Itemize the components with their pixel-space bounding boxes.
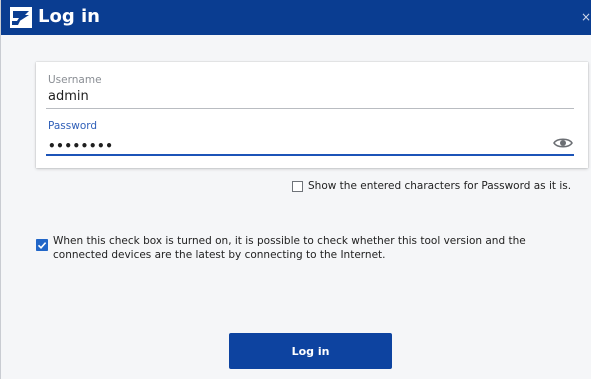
- credentials-card: Username admin Password ••••••••: [36, 62, 588, 168]
- username-label: Username: [48, 74, 102, 86]
- password-field[interactable]: ••••••••: [48, 138, 113, 154]
- username-underline: [46, 108, 574, 109]
- update-check-checkbox[interactable]: [36, 239, 48, 251]
- window-title: Log in: [38, 6, 100, 27]
- update-check-option[interactable]: When this check box is turned on, it is …: [36, 234, 576, 264]
- show-password-option[interactable]: Show the entered characters for Password…: [292, 180, 591, 194]
- eye-icon[interactable]: [553, 136, 573, 150]
- password-label: Password: [48, 120, 98, 132]
- update-check-label: When this check box is turned on, it is …: [53, 235, 526, 261]
- close-icon[interactable]: ×: [581, 9, 591, 25]
- app-logo-icon: [10, 7, 32, 28]
- username-field[interactable]: admin: [48, 89, 89, 105]
- login-dialog: Log in × Username admin Password •••••••…: [0, 0, 591, 379]
- show-password-checkbox[interactable]: [292, 181, 303, 192]
- show-password-label: Show the entered characters for Password…: [308, 180, 572, 192]
- password-underline: [46, 154, 574, 156]
- title-bar: Log in ×: [1, 0, 591, 35]
- login-button[interactable]: Log in: [229, 333, 392, 369]
